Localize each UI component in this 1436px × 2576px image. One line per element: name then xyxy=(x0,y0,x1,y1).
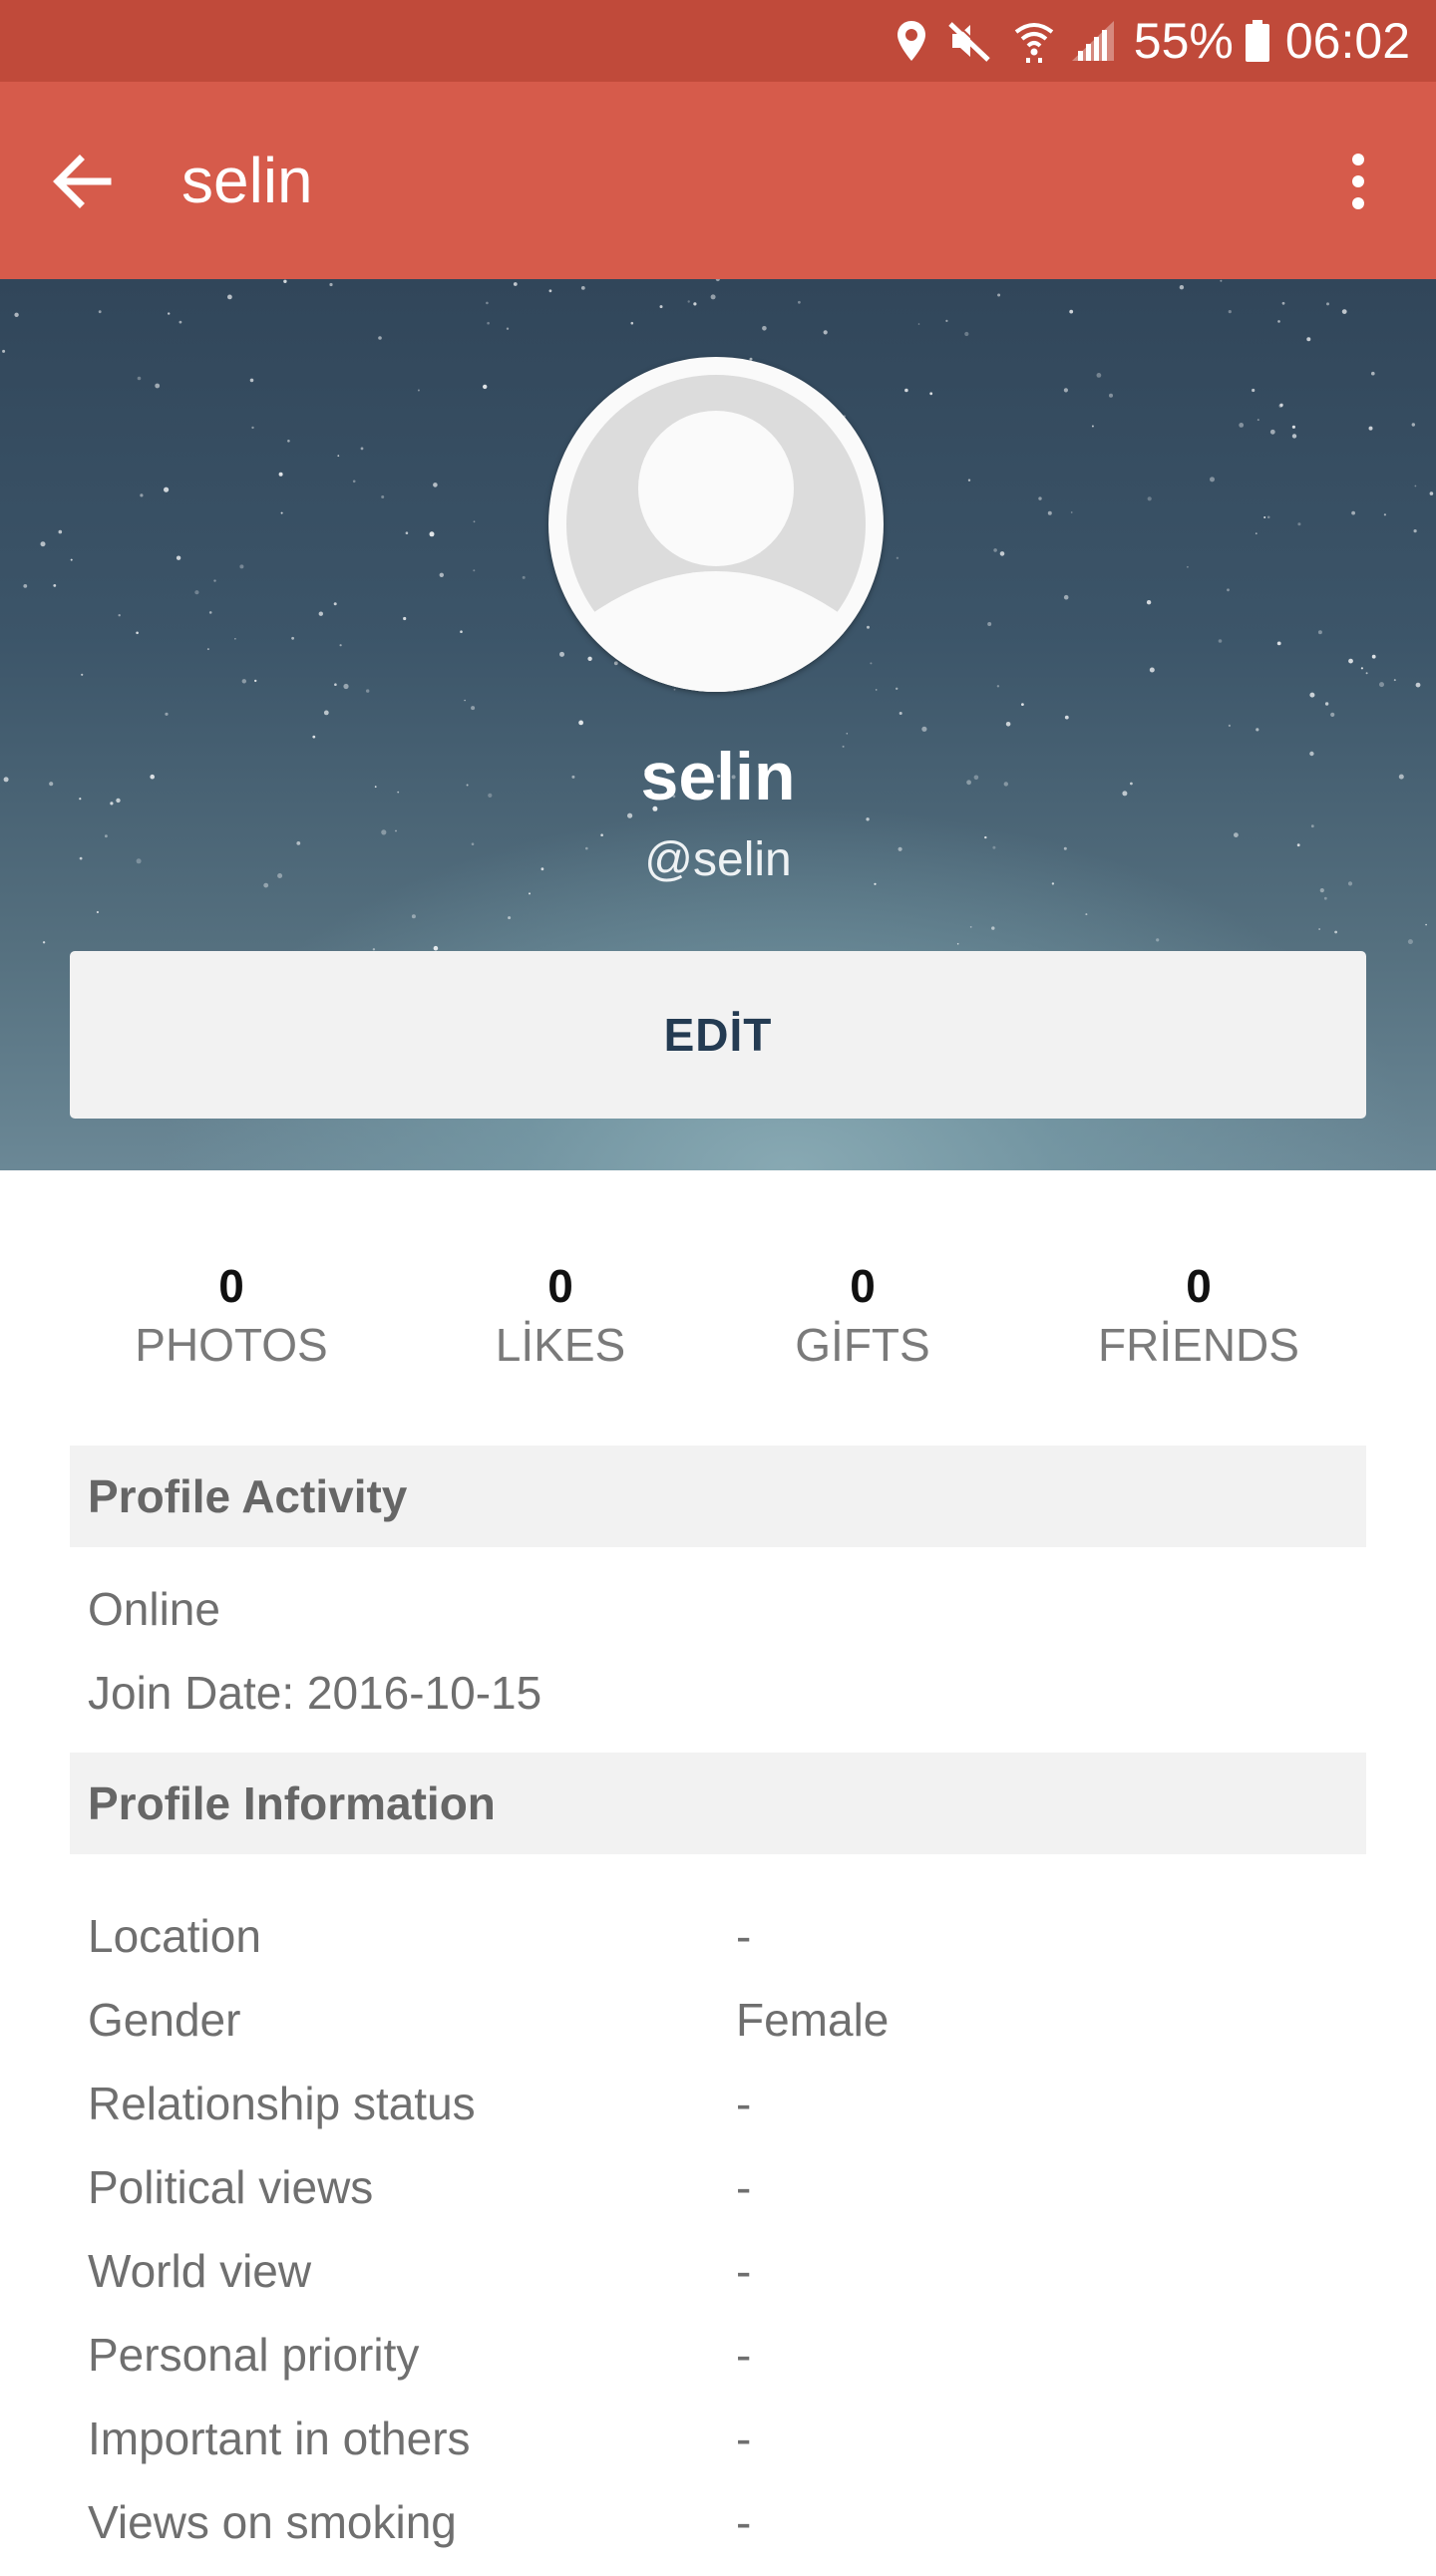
stat-photos[interactable]: 0 PHOTOS xyxy=(82,1258,381,1376)
info-label: Views on smoking xyxy=(88,2496,457,2548)
info-label: Personal priority xyxy=(88,2329,420,2381)
signal-icon xyxy=(1070,0,1116,82)
stat-count: 0 xyxy=(218,1260,244,1312)
profile-display-name: selin xyxy=(640,739,796,814)
info-value: - xyxy=(736,2078,752,2129)
info-row-views-on-smoking: Views on smoking - xyxy=(88,2492,1364,2576)
info-row-relationship-status: Relationship status - xyxy=(88,2074,1364,2157)
online-status: Online xyxy=(88,1583,220,1635)
info-row-location: Location - xyxy=(88,1906,1364,1990)
info-row-important-in-others: Important in others - xyxy=(88,2409,1364,2492)
info-value: - xyxy=(736,2161,752,2213)
info-label: Important in others xyxy=(88,2413,471,2464)
info-value: - xyxy=(736,1910,752,1962)
info-value: - xyxy=(736,2496,752,2548)
info-row-world-view: World view - xyxy=(88,2241,1364,2325)
info-value: - xyxy=(736,2329,752,2381)
app-bar-title: selin xyxy=(181,145,313,216)
profile-handle: @selin xyxy=(644,833,792,886)
battery-icon xyxy=(1244,0,1271,82)
back-button[interactable] xyxy=(34,134,130,229)
profile-cover: selin @selin EDİT xyxy=(0,279,1436,1170)
stat-count: 0 xyxy=(850,1260,876,1312)
battery-percent: 55% xyxy=(1133,13,1234,69)
edit-profile-button[interactable]: EDİT xyxy=(70,951,1366,1119)
info-label: Gender xyxy=(88,1994,241,2046)
wifi-icon xyxy=(1012,0,1056,82)
info-row-gender: Gender Female xyxy=(88,1990,1364,2074)
status-bar: 55% 06:02 xyxy=(0,0,1436,82)
app-bar: selin xyxy=(0,82,1436,279)
stat-label: LİKES xyxy=(495,1319,626,1371)
default-avatar-icon xyxy=(554,363,878,692)
info-row-political-views: Political views - xyxy=(88,2157,1364,2241)
arrow-back-icon xyxy=(53,155,112,208)
clock: 06:02 xyxy=(1284,13,1410,69)
profile-activity-header: Profile Activity xyxy=(70,1446,1366,1547)
stat-label: GİFTS xyxy=(795,1319,930,1371)
location-icon xyxy=(895,0,928,82)
overflow-menu-button[interactable] xyxy=(1310,134,1406,229)
mute-icon xyxy=(946,0,992,82)
stat-count: 0 xyxy=(547,1260,573,1312)
info-label: World view xyxy=(88,2245,312,2297)
stat-gifts[interactable]: 0 GİFTS xyxy=(713,1258,1012,1376)
stat-friends[interactable]: 0 FRİENDS xyxy=(1049,1258,1348,1376)
more-vert-icon xyxy=(1352,154,1364,209)
stat-label: PHOTOS xyxy=(135,1319,328,1371)
info-label: Political views xyxy=(88,2161,374,2213)
info-value: - xyxy=(736,2413,752,2464)
info-label: Relationship status xyxy=(88,2078,476,2129)
avatar[interactable] xyxy=(548,357,884,692)
info-value: Female xyxy=(736,1994,890,2046)
profile-information-header: Profile Information xyxy=(70,1753,1366,1854)
stat-label: FRİENDS xyxy=(1098,1319,1299,1371)
info-label: Location xyxy=(88,1910,261,1962)
join-date: Join Date: 2016-10-15 xyxy=(88,1667,542,1719)
stat-count: 0 xyxy=(1186,1260,1212,1312)
info-row-personal-priority: Personal priority - xyxy=(88,2325,1364,2409)
info-value: - xyxy=(736,2245,752,2297)
stat-likes[interactable]: 0 LİKES xyxy=(411,1258,710,1376)
